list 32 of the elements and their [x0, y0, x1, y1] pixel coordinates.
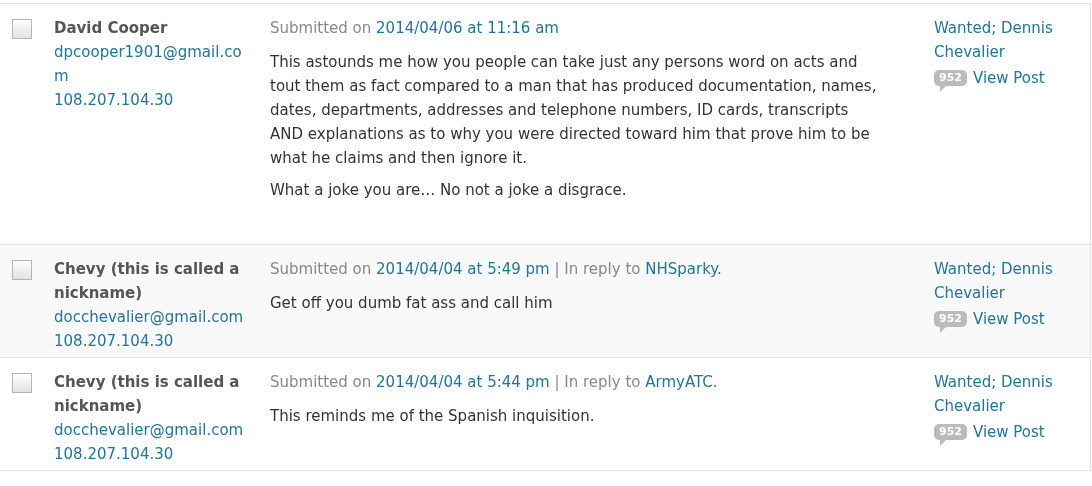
author-email-link[interactable]: docchevalier@gmail.com	[54, 418, 256, 442]
author-email-link[interactable]: docchevalier@gmail.com	[54, 305, 256, 329]
reply-label: | In reply to	[554, 260, 641, 278]
post-title-link[interactable]: Wanted; Dennis Chevalier	[934, 370, 1084, 418]
view-post-link[interactable]: View Post	[972, 420, 1045, 444]
author-ip-link[interactable]: 108.207.104.30	[54, 88, 256, 112]
post-title-link[interactable]: Wanted; Dennis Chevalier	[934, 257, 1084, 305]
row-checkbox[interactable]	[12, 19, 32, 39]
comment-text: This reminds me of the Spanish inquisition.	[270, 406, 596, 427]
submitted-label: Submitted on	[270, 373, 372, 391]
submitted-label: Submitted on	[270, 19, 372, 37]
author-name: Chevy (this is called a nickname)	[54, 372, 241, 417]
author-email-link[interactable]: dpcooper1901@gmail.com	[54, 40, 256, 88]
reply-to-link[interactable]: NHSparky.	[645, 260, 722, 278]
reply-to-link[interactable]: ArmyATC.	[645, 373, 718, 391]
comment-date-link[interactable]: 2014/04/04 at 5:44 pm	[376, 373, 550, 391]
submitted-label: Submitted on	[270, 260, 372, 278]
post-title-link[interactable]: Wanted; Dennis Chevalier	[934, 16, 1084, 64]
reply-label: | In reply to	[554, 373, 641, 391]
row-checkbox[interactable]	[12, 373, 32, 393]
author-ip-link[interactable]: 108.207.104.30	[54, 329, 256, 353]
author-name: Chevy (this is called a nickname)	[54, 259, 241, 304]
comment-date-link[interactable]: 2014/04/04 at 5:49 pm	[376, 260, 550, 278]
comment-text: This astounds me how you people can take just any persons word on acts and tout them as fact compared to a man that has produced documentation, names, dates, departments, addresses and telephone numbers, ID cards, transcripts AND explanations as to why you were directed toward him that prove him to be what he claims and then ignore it.	[270, 52, 878, 169]
row-checkbox[interactable]	[12, 260, 32, 280]
author-ip-link[interactable]: 108.207.104.30	[54, 442, 256, 466]
comment-date-link[interactable]: 2014/04/06 at 11:16 am	[376, 19, 559, 37]
comment-text: What a joke you are… No not a joke a disgrace.	[270, 180, 628, 201]
comment-text: Get off you dumb fat ass and call him	[270, 293, 554, 314]
author-name: David Cooper	[54, 18, 169, 39]
view-post-link[interactable]: View Post	[972, 66, 1045, 90]
view-post-link[interactable]: View Post	[972, 307, 1045, 331]
